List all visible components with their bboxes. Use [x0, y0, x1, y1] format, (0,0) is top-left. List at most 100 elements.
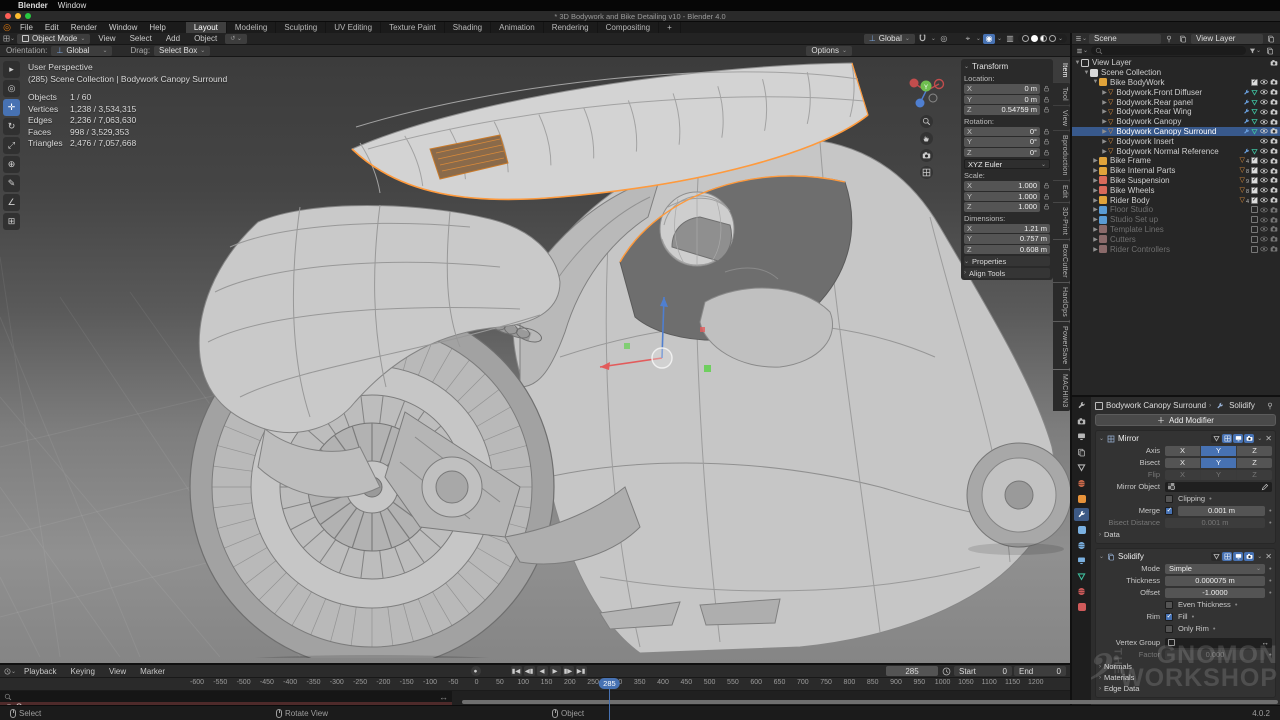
- hide-eye-icon[interactable]: [1260, 137, 1268, 145]
- vertex-group-field[interactable]: ↔: [1165, 638, 1272, 648]
- scene-selector[interactable]: Scene: [1089, 34, 1161, 44]
- mirror-bisect-z-button[interactable]: Z: [1237, 458, 1272, 468]
- exclude-checkbox[interactable]: [1251, 206, 1258, 213]
- lock-icon[interactable]: [1042, 85, 1050, 92]
- workspace-tab-animation[interactable]: Animation: [491, 22, 544, 33]
- location-y-field[interactable]: Y0 m: [964, 95, 1040, 105]
- disable-render-camera-icon[interactable]: [1270, 78, 1278, 86]
- material-preview-icon[interactable]: [1040, 35, 1047, 42]
- show-gizmo-icon[interactable]: ⌖: [962, 34, 974, 44]
- editor-type-button[interactable]: ⌄: [3, 34, 15, 44]
- hide-eye-icon[interactable]: [1260, 108, 1268, 116]
- workspace-tab-modeling[interactable]: Modeling: [227, 22, 276, 33]
- disable-render-camera-icon[interactable]: [1270, 167, 1278, 175]
- disable-render-camera-icon[interactable]: [1270, 147, 1278, 155]
- viewport-canvas[interactable]: ▸◎✛↻⤢⊕✎∠⊞ User Perspective (285) Scene C…: [0, 57, 1070, 663]
- tool-measure-button[interactable]: ∠: [3, 194, 20, 211]
- lock-icon[interactable]: [1042, 203, 1050, 210]
- outliner-row-bodywork-front-diffuser[interactable]: ▶▽Bodywork.Front Diffuser: [1072, 87, 1280, 97]
- tool-transform-button[interactable]: ⊕: [3, 156, 20, 173]
- solidify-render-toggle[interactable]: [1244, 552, 1254, 561]
- tool-rotate-button[interactable]: ↻: [3, 118, 20, 135]
- breadcrumb-modifier[interactable]: Solidify: [1229, 401, 1255, 410]
- mode-dropdown[interactable]: Object Mode⌄: [17, 34, 90, 44]
- exclude-checkbox[interactable]: [1251, 216, 1258, 223]
- workspace-tab-+[interactable]: +: [659, 22, 681, 33]
- tool-cursor-button[interactable]: ◎: [3, 80, 20, 97]
- gizmo-dropdown[interactable]: ⌄: [976, 35, 981, 42]
- properties-tab-particles[interactable]: [1074, 523, 1089, 536]
- solidify-expand-icon[interactable]: ⌄: [1099, 553, 1104, 560]
- frame-start-field[interactable]: Start0: [954, 666, 1012, 676]
- auto-keying-clock-icon[interactable]: [940, 666, 952, 676]
- disable-render-camera-icon[interactable]: [1270, 118, 1278, 126]
- outliner-row-rider-body[interactable]: ▶Rider Body▽4: [1072, 195, 1280, 205]
- options-dropdown[interactable]: Options⌄: [806, 46, 852, 56]
- tool-move-button[interactable]: ✛: [3, 99, 20, 116]
- scale-z-field[interactable]: Z1.000: [964, 202, 1040, 212]
- mirror-flip-z-button[interactable]: Z: [1237, 470, 1272, 480]
- n-panel-tab-view[interactable]: View: [1053, 106, 1070, 130]
- exclude-checkbox[interactable]: [1251, 246, 1258, 253]
- exclude-checkbox[interactable]: [1251, 177, 1258, 184]
- workspace-tab-sculpting[interactable]: Sculpting: [276, 22, 326, 33]
- new-scene-icon[interactable]: [1177, 34, 1189, 44]
- drag-select[interactable]: Select Box⌄: [154, 46, 210, 56]
- breadcrumb-object[interactable]: Bodywork Canopy Surround: [1106, 401, 1206, 410]
- properties-tab-modifiers[interactable]: [1074, 508, 1089, 521]
- properties-tab-physics[interactable]: [1074, 539, 1089, 552]
- disable-render-camera-icon[interactable]: [1270, 98, 1278, 106]
- outliner-row-cutters[interactable]: ▶Cutters: [1072, 234, 1280, 244]
- snapping-dropdown[interactable]: ⌄: [931, 35, 936, 42]
- play-button[interactable]: ▶: [550, 666, 561, 676]
- mirror-extras-dropdown[interactable]: ⌄: [1257, 435, 1262, 442]
- hide-eye-icon[interactable]: [1260, 225, 1268, 233]
- topbar-menu-file[interactable]: File: [14, 23, 39, 32]
- add-modifier-button[interactable]: ＋Add Modifier: [1095, 414, 1276, 426]
- dimension-x-field[interactable]: X1.21 m: [964, 224, 1050, 234]
- disable-render-camera-icon[interactable]: [1270, 206, 1278, 214]
- disable-render-camera-icon[interactable]: [1270, 137, 1278, 145]
- outliner-row-bike-wheels[interactable]: ▶Bike Wheels▽8: [1072, 185, 1280, 195]
- viewport-menu-view[interactable]: View: [92, 34, 121, 43]
- solid-shading-icon[interactable]: [1031, 35, 1038, 42]
- disable-render-camera-icon[interactable]: [1270, 235, 1278, 243]
- hide-eye-icon[interactable]: [1260, 176, 1268, 184]
- workspace-tab-layout[interactable]: Layout: [186, 22, 227, 33]
- n-panel-tab-3d-print[interactable]: 3D-Print: [1053, 203, 1070, 239]
- only-rim-checkbox[interactable]: [1165, 625, 1173, 633]
- disable-render-camera-icon[interactable]: [1270, 127, 1278, 135]
- play-reverse-button[interactable]: ◀: [537, 666, 548, 676]
- solidify-close-icon[interactable]: ✕: [1265, 552, 1272, 561]
- hide-eye-icon[interactable]: [1260, 216, 1268, 224]
- outliner-row-bodywork-normal-reference[interactable]: ▶▽Bodywork Normal Reference: [1072, 146, 1280, 156]
- timeline-menu-marker[interactable]: Marker: [134, 667, 171, 676]
- disable-render-camera-icon[interactable]: [1270, 59, 1278, 67]
- mirror-flip-y-button[interactable]: Y: [1201, 470, 1237, 480]
- scale-y-field[interactable]: Y1.000: [964, 192, 1040, 202]
- n-panel-tab-hardops[interactable]: HardOps: [1053, 283, 1070, 321]
- disable-render-camera-icon[interactable]: [1270, 186, 1278, 194]
- rotation-z-field[interactable]: Z0°: [964, 148, 1040, 158]
- snapping-magnet-icon[interactable]: [917, 34, 929, 44]
- timeline-editor-type-button[interactable]: ⌄: [4, 666, 16, 676]
- mirror-axis-x-button[interactable]: X: [1165, 446, 1201, 456]
- topbar-menu-edit[interactable]: Edit: [39, 23, 65, 32]
- n-panel-tab-tool[interactable]: Tool: [1053, 83, 1070, 105]
- mirror-realtime-toggle[interactable]: [1233, 434, 1243, 443]
- even-thickness-checkbox[interactable]: [1165, 601, 1173, 609]
- rotation-y-field[interactable]: Y0°: [964, 137, 1040, 147]
- properties-tab-texture[interactable]: [1074, 601, 1089, 614]
- workspace-tab-compositing[interactable]: Compositing: [598, 22, 659, 33]
- clipping-checkbox[interactable]: [1165, 495, 1173, 503]
- properties-tab-scene[interactable]: [1074, 461, 1089, 474]
- overlays-dropdown[interactable]: ⌄: [997, 35, 1002, 42]
- jump-to-end-button[interactable]: ▶▮: [576, 666, 587, 676]
- properties-tab-material[interactable]: [1074, 585, 1089, 598]
- frame-end-field[interactable]: End0: [1014, 666, 1066, 676]
- hide-eye-icon[interactable]: [1260, 196, 1268, 204]
- outliner-row-rider-controllers[interactable]: ▶Rider Controllers: [1072, 244, 1280, 254]
- hide-eye-icon[interactable]: [1260, 127, 1268, 135]
- lock-icon[interactable]: [1042, 138, 1050, 145]
- workspace-tab-shading[interactable]: Shading: [445, 22, 491, 33]
